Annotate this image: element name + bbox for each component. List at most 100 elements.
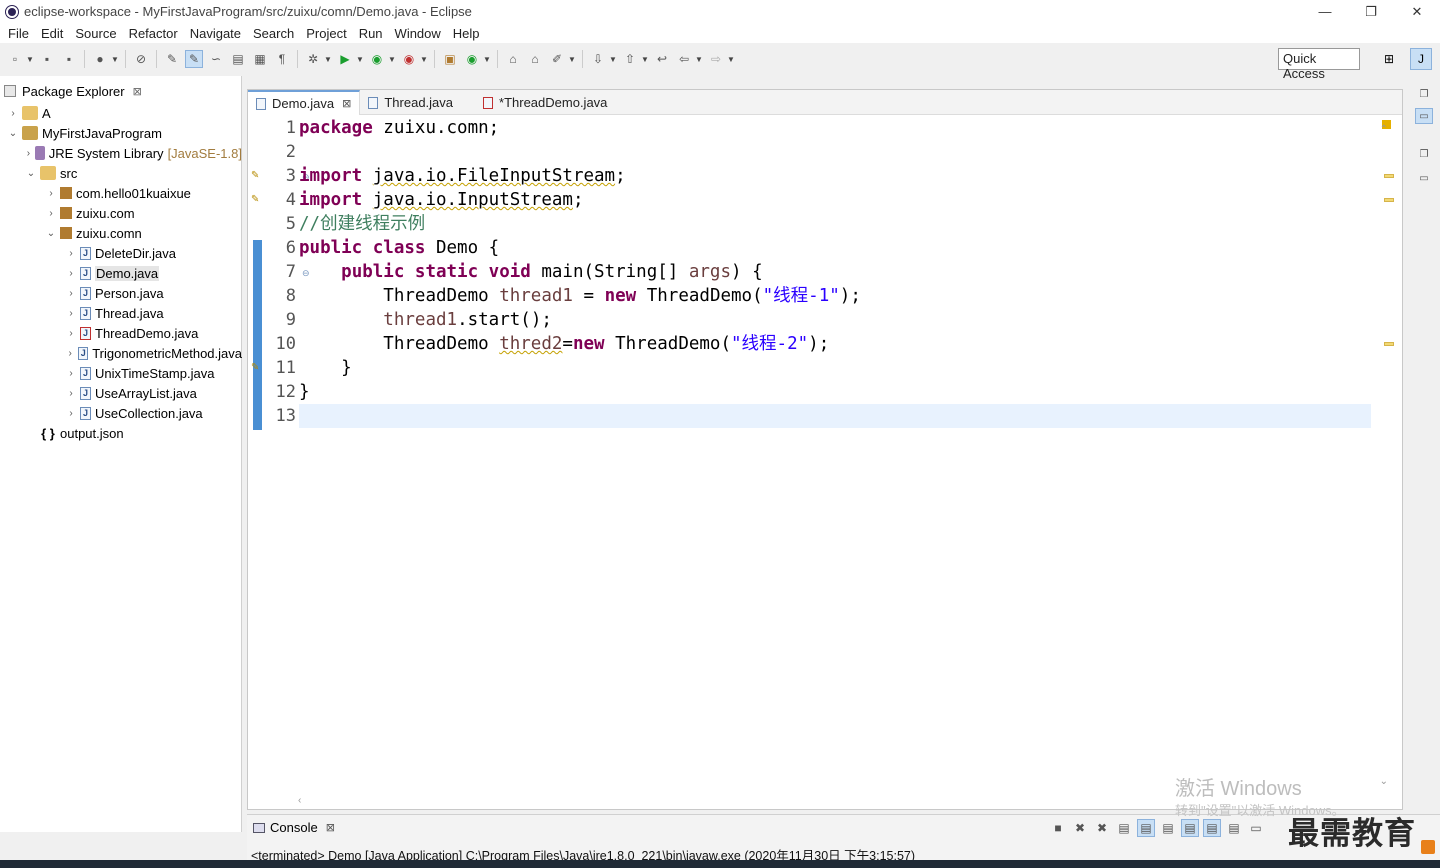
coverage-dropdown-icon[interactable]: ▼	[388, 50, 396, 68]
open-perspective-icon[interactable]: ⊞	[1378, 48, 1400, 70]
menu-navigate[interactable]: Navigate	[184, 26, 247, 41]
debug-perspective-icon[interactable]: ●	[91, 50, 109, 68]
search-icon[interactable]: ✐	[548, 50, 566, 68]
tab-demo-java[interactable]: Demo.java ⊠	[248, 90, 361, 115]
save-icon[interactable]: ▪	[38, 50, 56, 68]
tree-item[interactable]: { } output.json	[0, 423, 242, 443]
close-icon[interactable]: ⊠	[133, 85, 142, 98]
previous-annotation-icon[interactable]: ⇧	[621, 50, 639, 68]
warning-marker[interactable]	[1384, 174, 1394, 178]
word-wrap-icon[interactable]: ▤	[1159, 819, 1177, 837]
expand-arrow-icon[interactable]: ›	[64, 408, 78, 419]
expand-arrow-icon[interactable]: ›	[44, 208, 58, 219]
remove-launch-icon[interactable]: ✖	[1071, 819, 1089, 837]
external-tools-dropdown-icon[interactable]: ▼	[420, 50, 428, 68]
tree-item[interactable]: › J UnixTimeStamp.java	[0, 363, 242, 383]
java-perspective-icon[interactable]: J	[1410, 48, 1432, 70]
back-icon[interactable]: ⇦	[675, 50, 693, 68]
quick-access-field[interactable]: Quick Access	[1278, 48, 1360, 81]
toggle-breadcrumb-icon[interactable]: ▤	[229, 50, 247, 68]
tree-item[interactable]: › J Demo.java	[0, 263, 242, 283]
mark-occurrences-icon[interactable]: ✎	[185, 50, 203, 68]
expand-arrow-icon[interactable]: ›	[44, 188, 58, 199]
next-annotation-dropdown-icon[interactable]: ▼	[609, 50, 617, 68]
expand-arrow-icon[interactable]: ›	[64, 368, 78, 379]
tree-item[interactable]: › J ThreadDemo.java	[0, 323, 242, 343]
menu-window[interactable]: Window	[389, 26, 447, 41]
scroll-lock-icon[interactable]: ▤	[1115, 819, 1133, 837]
new-class-icon[interactable]: ◉	[463, 50, 481, 68]
restore-icon[interactable]: ❐	[1415, 86, 1433, 102]
save-all-icon[interactable]: ▪	[60, 50, 78, 68]
warning-marker[interactable]	[1384, 198, 1394, 202]
next-annotation-icon[interactable]: ⇩	[589, 50, 607, 68]
warning-marker[interactable]	[1384, 342, 1394, 346]
minimize-icon[interactable]: ▭	[1247, 819, 1265, 837]
tree-item[interactable]: › J UseCollection.java	[0, 403, 242, 423]
run-icon[interactable]: ▶	[336, 50, 354, 68]
tree-item[interactable]: › J UseArrayList.java	[0, 383, 242, 403]
run-dropdown-icon[interactable]: ▼	[356, 50, 364, 68]
back-dropdown-icon[interactable]: ▼	[695, 50, 703, 68]
terminate-icon[interactable]: ■	[1049, 819, 1067, 837]
tree-item[interactable]: › A	[0, 103, 242, 123]
menu-edit[interactable]: Edit	[35, 26, 69, 41]
tree-item[interactable]: › J TrigonometricMethod.java	[0, 343, 242, 363]
package-explorer-tab[interactable]: Package Explorer ⊠	[4, 80, 142, 102]
warning-icon[interactable]: ✎	[251, 170, 263, 182]
external-tools-icon[interactable]: ◉	[400, 50, 418, 68]
tab-thread-java[interactable]: Thread.java	[360, 90, 461, 115]
forward-icon[interactable]: ⇨	[707, 50, 725, 68]
menu-source[interactable]: Source	[69, 26, 122, 41]
collapse-arrow-icon[interactable]: ⌄	[6, 128, 20, 139]
close-icon[interactable]: ⊠	[342, 97, 351, 110]
block-selection-icon[interactable]: ▦	[251, 50, 269, 68]
new-java-project-icon[interactable]: ✎	[163, 50, 181, 68]
warning-icon[interactable]: ✎	[251, 194, 263, 206]
expand-arrow-icon[interactable]: ›	[64, 388, 78, 399]
expand-arrow-icon[interactable]: ›	[64, 328, 78, 339]
show-on-output-icon[interactable]: ▤	[1137, 819, 1155, 837]
collapse-arrow-icon[interactable]: ⌄	[24, 168, 38, 179]
tree-item[interactable]: › J Person.java	[0, 283, 242, 303]
link-icon[interactable]: ∽	[207, 50, 225, 68]
collapse-arrow-icon[interactable]: ⌄	[44, 228, 58, 239]
code-area[interactable]: package zuixu.comn; import java.io.FileI…	[299, 116, 1371, 428]
forward-dropdown-icon[interactable]: ▼	[727, 50, 735, 68]
menu-search[interactable]: Search	[247, 26, 300, 41]
open-console-icon[interactable]: ▤	[1225, 819, 1243, 837]
expand-arrow-icon[interactable]: ›	[64, 268, 78, 279]
task-list-icon[interactable]: ▭	[1415, 170, 1433, 186]
scroll-left-icon[interactable]: ‹	[298, 795, 301, 806]
new-icon[interactable]: ▫	[6, 50, 24, 68]
previous-annotation-dropdown-icon[interactable]: ▼	[641, 50, 649, 68]
expand-arrow-icon[interactable]: ›	[64, 248, 78, 259]
skip-breakpoints-icon[interactable]: ⊘	[132, 50, 150, 68]
tab-threaddemo-java[interactable]: *ThreadDemo.java	[475, 90, 615, 115]
remove-all-launches-icon[interactable]: ✖	[1093, 819, 1111, 837]
show-whitespace-icon[interactable]: ¶	[273, 50, 291, 68]
tree-item[interactable]: › zuixu.com	[0, 203, 242, 223]
open-type-icon[interactable]: ⌂	[504, 50, 522, 68]
tree-item[interactable]: › com.hello01kuaixue	[0, 183, 242, 203]
coverage-icon[interactable]: ◉	[368, 50, 386, 68]
menu-project[interactable]: Project	[300, 26, 352, 41]
restore-button[interactable]: ❐	[1348, 0, 1394, 23]
tree-item[interactable]: ⌄ MyFirstJavaProgram	[0, 123, 242, 143]
new-dropdown-icon[interactable]: ▼	[26, 50, 34, 68]
expand-arrow-icon[interactable]: ›	[64, 288, 78, 299]
debug-dropdown-icon[interactable]: ▼	[324, 50, 332, 68]
open-task-icon[interactable]: ⌂	[526, 50, 544, 68]
scroll-up-icon[interactable]: ⌃	[1380, 124, 1388, 135]
console-tab[interactable]: Console ⊠	[253, 820, 335, 835]
expand-arrow-icon[interactable]: ›	[6, 108, 20, 119]
close-icon[interactable]: ⊠	[326, 821, 335, 834]
menu-file[interactable]: File	[2, 26, 35, 41]
new-class-dropdown-icon[interactable]: ▼	[483, 50, 491, 68]
tree-item[interactable]: › J Thread.java	[0, 303, 242, 323]
tree-item[interactable]: ⌄ src	[0, 163, 242, 183]
outline-view-icon[interactable]: ▭	[1415, 108, 1433, 124]
display-console-icon[interactable]: ▤	[1203, 819, 1221, 837]
restore-icon[interactable]: ❐	[1415, 146, 1433, 162]
expand-arrow-icon[interactable]: ›	[24, 148, 33, 159]
